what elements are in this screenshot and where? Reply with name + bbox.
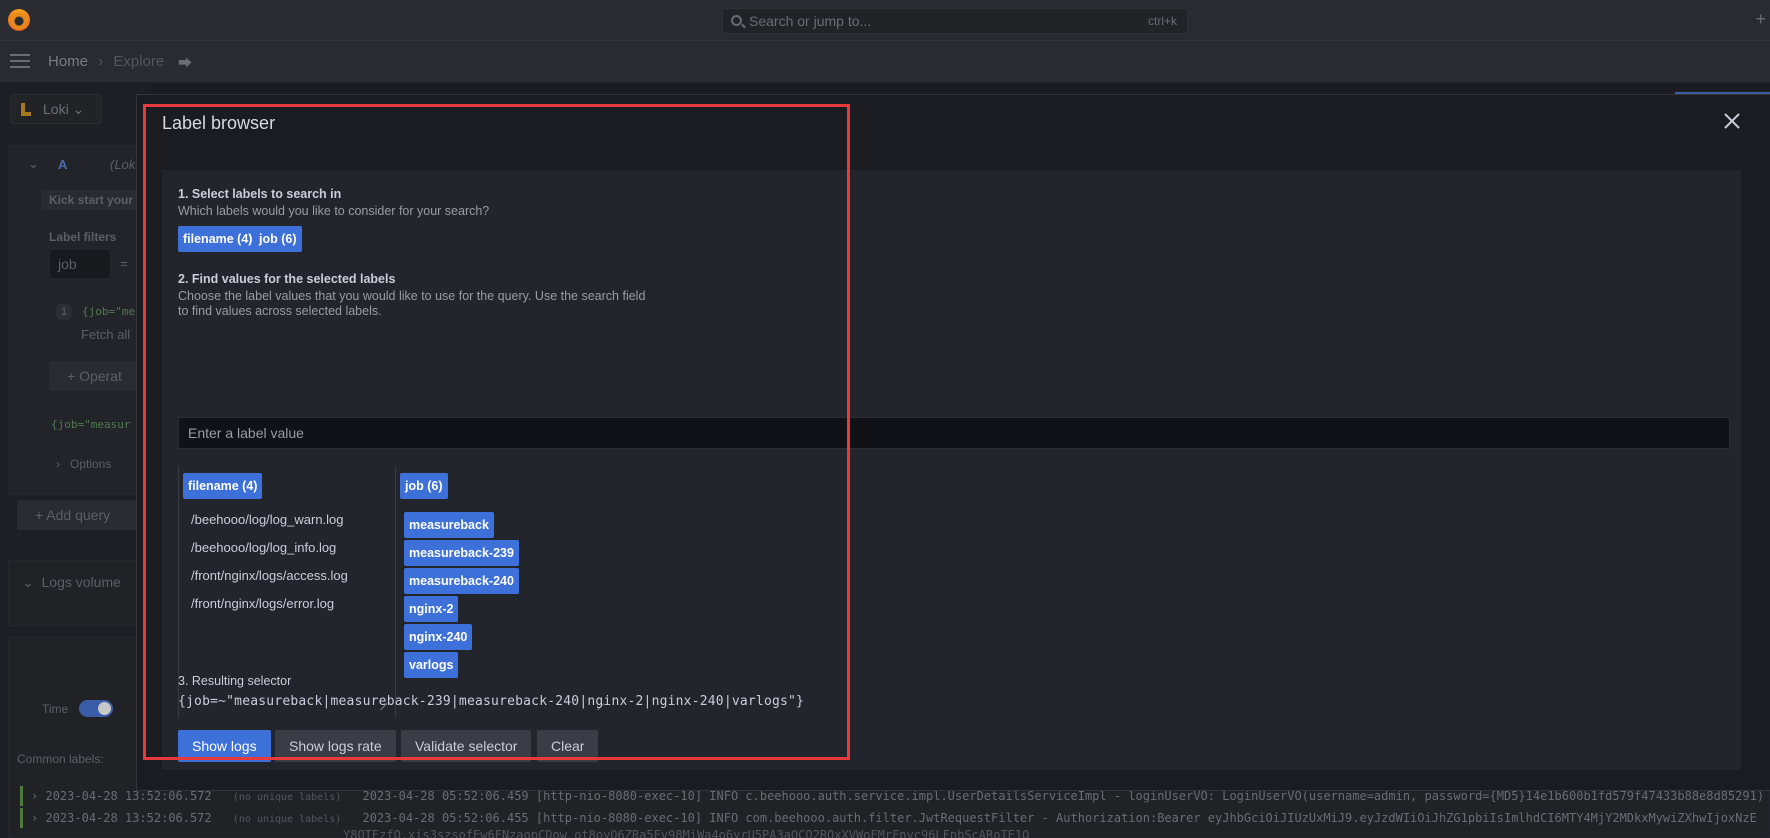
label-browser-modal: Label browser 1. Select labels to search… [136, 94, 1770, 791]
datasource-name: Loki [43, 101, 69, 117]
label-value-chip[interactable]: nginx-2 [404, 596, 459, 622]
label-browser-body: 1. Select labels to search in Which labe… [162, 170, 1741, 770]
options-label: Options [70, 457, 112, 471]
label-value-chip[interactable]: measureback-240 [404, 568, 519, 594]
label-value-search-input[interactable] [178, 417, 1730, 449]
search-icon [731, 15, 742, 26]
datasource-picker[interactable]: Loki ⌄ [10, 94, 102, 124]
label-value-item[interactable]: /front/nginx/logs/error.log [191, 596, 334, 611]
breadcrumb-home[interactable]: Home [48, 53, 88, 70]
log-row[interactable]: › 2023-04-28 13:52:06.572 (no unique lab… [20, 808, 1757, 828]
label-value-item[interactable]: /beehooo/log/log_warn.log [191, 512, 344, 527]
top-bar: Search or jump to... ctrl+k + [0, 0, 1770, 41]
add-operation-button[interactable]: + Operat [49, 361, 150, 391]
close-icon[interactable] [1722, 111, 1742, 131]
label-value-chip[interactable]: varlogs [404, 652, 459, 678]
column-header-filename[interactable]: filename (4) [183, 473, 263, 499]
label-value-chip[interactable]: nginx-240 [404, 624, 473, 650]
step2-title: 2. Find values for the selected labels [178, 272, 396, 286]
label-value-chip[interactable]: measureback [404, 512, 494, 538]
time-toggle-label: Time [42, 702, 69, 716]
raw-query-preview: {job="measur [51, 418, 131, 431]
collapse-chevron-icon[interactable]: ⌄ [28, 156, 39, 172]
search-placeholder: Search or jump to... [749, 13, 872, 29]
expand-chevron-icon[interactable]: › [31, 811, 38, 825]
logs-volume-header[interactable]: ⌄ Logs volume [22, 574, 121, 591]
breadcrumb-separator: › [98, 53, 104, 70]
share-icon[interactable]: ⮕ [178, 53, 192, 73]
add-query-label: + Add query [35, 507, 111, 523]
clear-button[interactable]: Clear [537, 730, 599, 762]
breadcrumb-explore: Explore [113, 53, 165, 70]
logs-volume-panel [8, 560, 150, 626]
expand-chevron-icon[interactable]: › [31, 789, 38, 803]
step2-description: Choose the label values that you would l… [178, 289, 646, 318]
loki-icon [21, 103, 31, 116]
label-value-chip[interactable]: measureback-239 [404, 540, 519, 566]
add-query-button[interactable]: + Add query [17, 500, 150, 530]
time-toggle[interactable] [79, 700, 113, 717]
common-labels-label: Common labels: [17, 752, 104, 766]
label-chip-job[interactable]: job (6) [254, 226, 302, 252]
log-message: 2023-04-28 05:52:06.459 [http-nio-8080-e… [362, 789, 1765, 803]
log-timestamp: 2023-04-28 13:52:06.572 [45, 789, 212, 803]
add-new-icon[interactable]: + [1755, 9, 1766, 30]
step3-title: 3. Resulting selector [178, 674, 292, 688]
options-toggle[interactable]: › Options [56, 457, 111, 471]
step1-title: 1. Select labels to search in [178, 187, 342, 201]
log-message-continuation: Y8OTEzfQ.xis3szsofEw6FNzaopCDow_ot8oyO6Z… [343, 828, 1030, 838]
label-filter-operator[interactable]: = [120, 256, 128, 271]
label-value-item[interactable]: /beehooo/log/log_info.log [191, 540, 336, 555]
breadcrumb: Home › Explore [48, 53, 164, 70]
resulting-selector: {job=~"measureback|measureback-239|measu… [178, 694, 805, 709]
menu-icon[interactable] [10, 54, 30, 68]
logs-volume-title: Logs volume [41, 574, 121, 590]
label-filters-title: Label filters [49, 230, 117, 244]
nav-bar: Home › Explore ⮕ [0, 41, 1770, 83]
search-shortcut: ctrl+k [1147, 14, 1177, 28]
kick-start-label: Kick start your [49, 193, 134, 207]
label-filter-key-select[interactable]: job [50, 250, 110, 278]
add-operation-label: + Operat [67, 368, 122, 384]
operation-description: Fetch all [81, 327, 131, 342]
values-column-job: job (6) measureback measureback-239 meas… [395, 466, 611, 718]
chevron-down-icon: ⌄ [72, 101, 85, 117]
show-logs-button[interactable]: Show logs [178, 730, 271, 762]
column-header-job[interactable]: job (6) [400, 473, 448, 499]
modal-title: Label browser [162, 113, 276, 133]
label-value-item[interactable]: /front/nginx/logs/access.log [191, 568, 348, 583]
label-chip-filename[interactable]: filename (4) [178, 226, 258, 252]
operation-code: {job="me [82, 305, 135, 318]
step1-description: Which labels would you like to consider … [178, 204, 490, 218]
log-labels: (no unique labels) [232, 792, 342, 803]
log-labels: (no unique labels) [232, 814, 342, 825]
kick-start-button[interactable]: Kick start your [41, 190, 150, 210]
validate-selector-button[interactable]: Validate selector [401, 730, 532, 762]
query-letter: A [58, 157, 68, 172]
operation-index-badge: 1 [55, 303, 73, 321]
log-message: 2023-04-28 05:52:06.455 [http-nio-8080-e… [362, 811, 1757, 825]
label-filter-key: job [58, 256, 77, 272]
log-timestamp: 2023-04-28 13:52:06.572 [45, 811, 212, 825]
grafana-logo-icon[interactable] [8, 9, 30, 31]
grafana-explore-page: Search or jump to... ctrl+k + Home › Exp… [0, 0, 1770, 838]
global-search[interactable]: Search or jump to... ctrl+k [722, 8, 1188, 34]
show-logs-rate-button[interactable]: Show logs rate [275, 730, 396, 762]
